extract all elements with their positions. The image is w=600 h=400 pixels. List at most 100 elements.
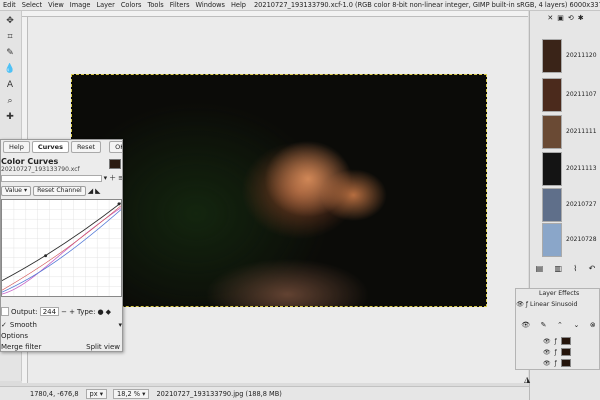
heal-tool-icon[interactable]: ✚ [3,111,17,123]
move-tool-icon[interactable]: ✥ [3,15,17,27]
curves-dialog: Help Curves Reset OK Color Curves 202107… [0,139,123,352]
eye-icon[interactable]: 👁 [543,338,551,345]
options-label: Options [1,332,29,340]
navigate-icon[interactable]: ◮ [524,375,532,384]
unit-select[interactable]: px ▾ [85,388,108,399]
file-info: 20210727_193133790.jpg (188,8 MB) [156,389,282,398]
smooth-point-icon[interactable]: ● [97,308,103,316]
image-thumbnail [109,159,121,169]
menu-layer[interactable]: Layer [93,1,117,9]
dialog-buttons: Help Curves Reset OK [1,140,122,154]
menu-colors[interactable]: Colors [118,1,145,9]
layer-thumbnail [560,337,571,345]
menu-view[interactable]: View [45,1,67,9]
curve-type-select[interactable]: Smooth [10,321,37,329]
image-list-item[interactable]: 20211111 [542,115,600,149]
menu-filters[interactable]: Filters [167,1,193,9]
fx-icon: ƒ [554,348,557,356]
output-stepper[interactable]: − + [61,308,75,316]
curve-graph[interactable] [1,199,122,297]
eye-icon[interactable]: 👁 [543,349,551,356]
corner-point-icon[interactable]: ◆ [106,308,111,316]
presets-dropdown[interactable] [1,174,102,182]
log-histogram-icon[interactable]: ◣ [95,187,100,195]
channel-select[interactable]: Value ▾ [1,185,32,196]
images-tab-icon[interactable]: ▣ [557,14,564,26]
curve-type-chevron-icon[interactable]: ▾ [118,321,122,329]
ok-button[interactable]: OK [109,141,122,153]
status-bar: 1780,4, -676,8 px ▾ 18,2 % ▾ 20210727_19… [0,386,529,400]
layer-effects-header: Layer Effects [539,290,580,297]
undo-tab-icon[interactable]: ↶ [589,264,596,276]
window-title: 20210727_193133790.xcf-1.0 (RGB color 8-… [253,1,600,9]
image-name: 20211113 [566,165,597,172]
layer-row[interactable]: 👁 ƒ [516,347,600,357]
output-field[interactable]: 244 [39,307,60,316]
close-icon[interactable]: ✕ [547,14,553,26]
dropdown-chevron-icon[interactable]: ▾ [104,174,108,182]
paint-tool-icon[interactable]: ✎ [3,47,17,59]
image-list-item[interactable]: 20211120 [542,39,600,73]
channels-tab-icon[interactable]: ▥ [555,264,563,276]
fx-icon: ƒ [525,300,529,308]
image-canvas[interactable] [71,74,487,307]
zoom-tool-icon[interactable]: ⌕ [3,95,17,107]
visibility-icon[interactable]: 👁 [521,321,530,329]
curve-type-icon: ✓ [1,321,7,329]
edit-icon[interactable]: ✎ [541,321,547,329]
type-label: Type: [77,307,96,316]
preset-menu-icon[interactable]: ≡ [118,174,122,182]
linear-histogram-icon[interactable]: ◢ [88,187,93,195]
dialog-subtitle: 20210727_193133790.xcf [1,166,80,173]
image-name: 20210728 [566,236,597,243]
layer-row[interactable]: 👁 ƒ [516,336,600,346]
reset-channel-button[interactable]: Reset Channel [33,185,86,196]
layers-tab-icon[interactable]: ▤ [536,264,544,276]
tab-curves[interactable]: Curves [31,141,69,153]
menu-tools[interactable]: Tools [144,1,166,9]
image-list-item[interactable]: 20211107 [542,78,600,112]
image-name: 20211120 [566,52,597,59]
zoom-select[interactable]: 18,2 % ▾ [113,388,150,399]
lower-icon[interactable]: ⌄ [573,321,579,329]
paths-tab-icon[interactable]: ⌇ [573,264,577,276]
image-thumbnail [542,78,562,112]
eye-icon[interactable]: 👁 [516,300,524,308]
image-list-item[interactable]: 20210728 [542,223,600,257]
dock-tabs: ✕ ▣ ⟲ ✱ [530,14,600,26]
merge-filter-checkbox[interactable]: Merge filter [1,343,41,351]
image-name: 20210727 [566,201,597,208]
curve-point[interactable] [44,254,48,258]
menu-windows[interactable]: Windows [193,1,228,9]
fx-icon: ƒ [554,359,557,367]
history-tab-icon[interactable]: ⟲ [568,14,574,26]
brushes-tab-icon[interactable]: ✱ [578,14,584,26]
reset-button[interactable]: Reset [70,141,102,153]
help-button[interactable]: Help [3,141,30,153]
eye-icon[interactable]: 👁 [543,360,551,367]
menu-image[interactable]: Image [67,1,94,9]
horizontal-ruler [22,11,528,17]
curve-endpoint[interactable] [117,202,121,206]
raise-icon[interactable]: ⌃ [557,321,563,329]
input-field[interactable] [1,307,9,316]
menu-select[interactable]: Select [19,1,45,9]
text-tool-icon[interactable]: A [3,79,17,91]
filter-name: Linear Sinusoid [530,300,578,308]
split-view-checkbox[interactable]: Split view [86,343,122,351]
menu-help[interactable]: Help [228,1,249,9]
menu-bar: Edit Select View Image Layer Colors Tool… [0,0,600,11]
add-preset-icon[interactable]: ＋ [109,173,116,183]
menu-edit[interactable]: Edit [0,1,19,9]
delete-icon[interactable]: ⊗ [590,321,596,329]
cursor-coordinates: 1780,4, -676,8 [30,389,79,398]
image-list-item[interactable]: 20211113 [542,152,600,186]
filter-row[interactable]: 👁 ƒ Linear Sinusoid [516,299,600,309]
image-list-item[interactable]: 20210727 [542,188,600,222]
image-thumbnail [542,188,562,222]
layer-thumbnail [560,359,571,367]
image-thumbnail [542,223,562,257]
layer-row[interactable]: 👁 ƒ [516,358,600,368]
crop-tool-icon[interactable]: ⌗ [3,31,17,43]
fill-tool-icon[interactable]: 💧 [3,63,17,75]
